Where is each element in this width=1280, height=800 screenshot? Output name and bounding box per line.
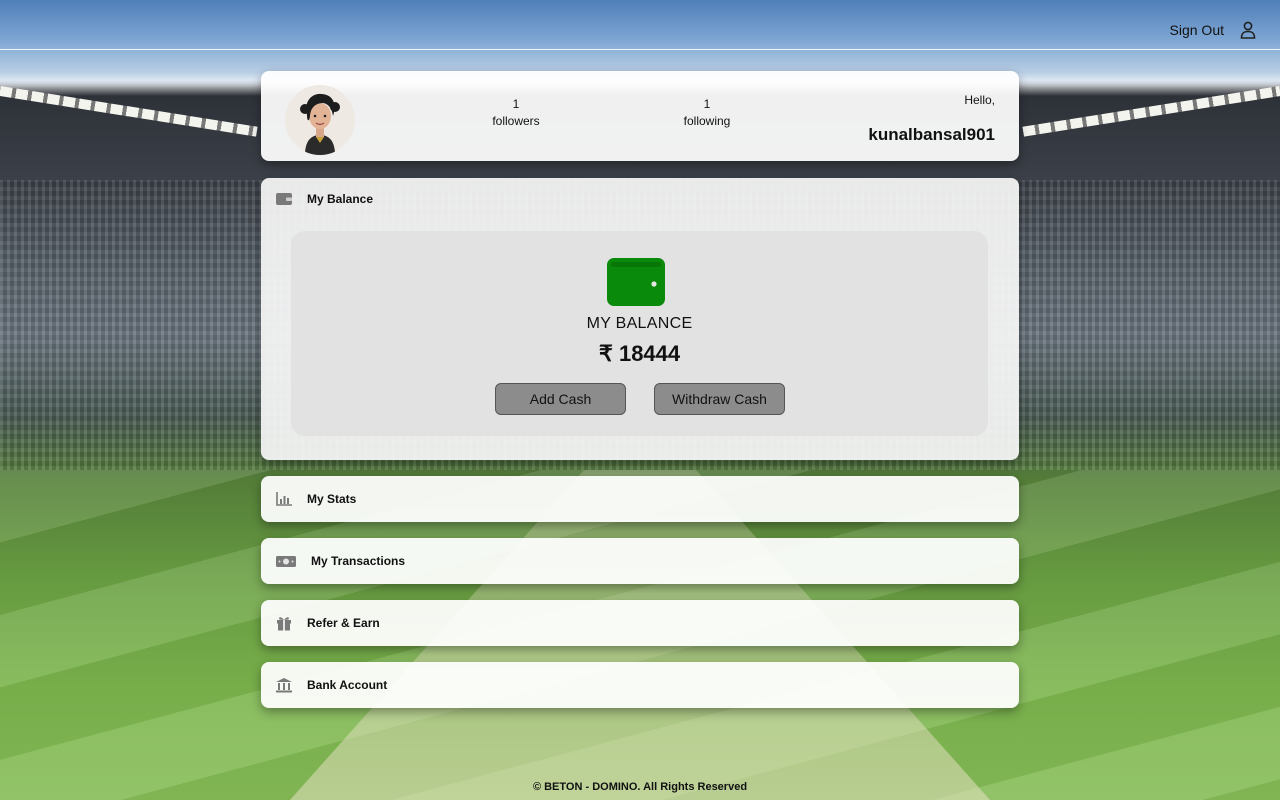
top-bar: Sign Out bbox=[0, 0, 1280, 50]
followers-count: 1 bbox=[512, 97, 520, 111]
bank-icon bbox=[276, 678, 292, 693]
following-count: 1 bbox=[703, 97, 711, 111]
withdraw-cash-button[interactable]: Withdraw Cash bbox=[654, 383, 785, 415]
transactions-section-header[interactable]: My Transactions bbox=[275, 550, 405, 572]
transactions-section[interactable]: My Transactions bbox=[261, 538, 1019, 584]
stats-section[interactable]: My Stats bbox=[261, 476, 1019, 522]
following-stat[interactable]: 1 following bbox=[657, 96, 757, 130]
following-label: following bbox=[683, 114, 731, 128]
money-icon bbox=[276, 556, 296, 567]
refer-earn-section[interactable]: Refer & Earn bbox=[261, 600, 1019, 646]
balance-section: My Balance MY BALANCE ₹ 18444 Add Cash W… bbox=[261, 178, 1019, 460]
avatar-illustration bbox=[285, 85, 355, 155]
user-icon[interactable] bbox=[1240, 21, 1256, 39]
username: kunalbansal901 bbox=[868, 125, 995, 144]
bank-account-section-header[interactable]: Bank Account bbox=[275, 674, 387, 696]
stats-section-header[interactable]: My Stats bbox=[275, 488, 356, 510]
footer-copyright: © BETON - DOMINO. All Rights Reserved bbox=[532, 781, 748, 793]
profile-card: 1 followers 1 following Hello, kunalbans… bbox=[261, 71, 1019, 161]
wallet-large-icon bbox=[607, 258, 665, 306]
stats-section-label: My Stats bbox=[307, 492, 357, 506]
add-cash-button[interactable]: Add Cash bbox=[495, 383, 626, 415]
bank-account-section[interactable]: Bank Account bbox=[261, 662, 1019, 708]
balance-section-label: My Balance bbox=[307, 192, 374, 206]
avatar[interactable] bbox=[285, 85, 355, 155]
balance-panel: MY BALANCE ₹ 18444 Add Cash Withdraw Cas… bbox=[291, 231, 988, 436]
greeting: Hello, bbox=[964, 93, 995, 107]
balance-section-header[interactable]: My Balance bbox=[275, 188, 373, 210]
gift-icon bbox=[277, 617, 291, 631]
balance-amount: ₹ 18444 bbox=[598, 341, 681, 366]
refer-earn-section-header[interactable]: Refer & Earn bbox=[275, 612, 380, 634]
sign-out-link[interactable]: Sign Out bbox=[1170, 22, 1224, 38]
followers-stat[interactable]: 1 followers bbox=[466, 96, 566, 130]
balance-title: MY BALANCE bbox=[586, 315, 693, 332]
followers-label: followers bbox=[492, 114, 540, 128]
transactions-section-label: My Transactions bbox=[311, 554, 406, 568]
bank-account-section-label: Bank Account bbox=[307, 678, 388, 692]
refer-earn-section-label: Refer & Earn bbox=[307, 616, 380, 630]
bar-chart-icon bbox=[276, 492, 292, 506]
wallet-icon bbox=[276, 193, 292, 205]
